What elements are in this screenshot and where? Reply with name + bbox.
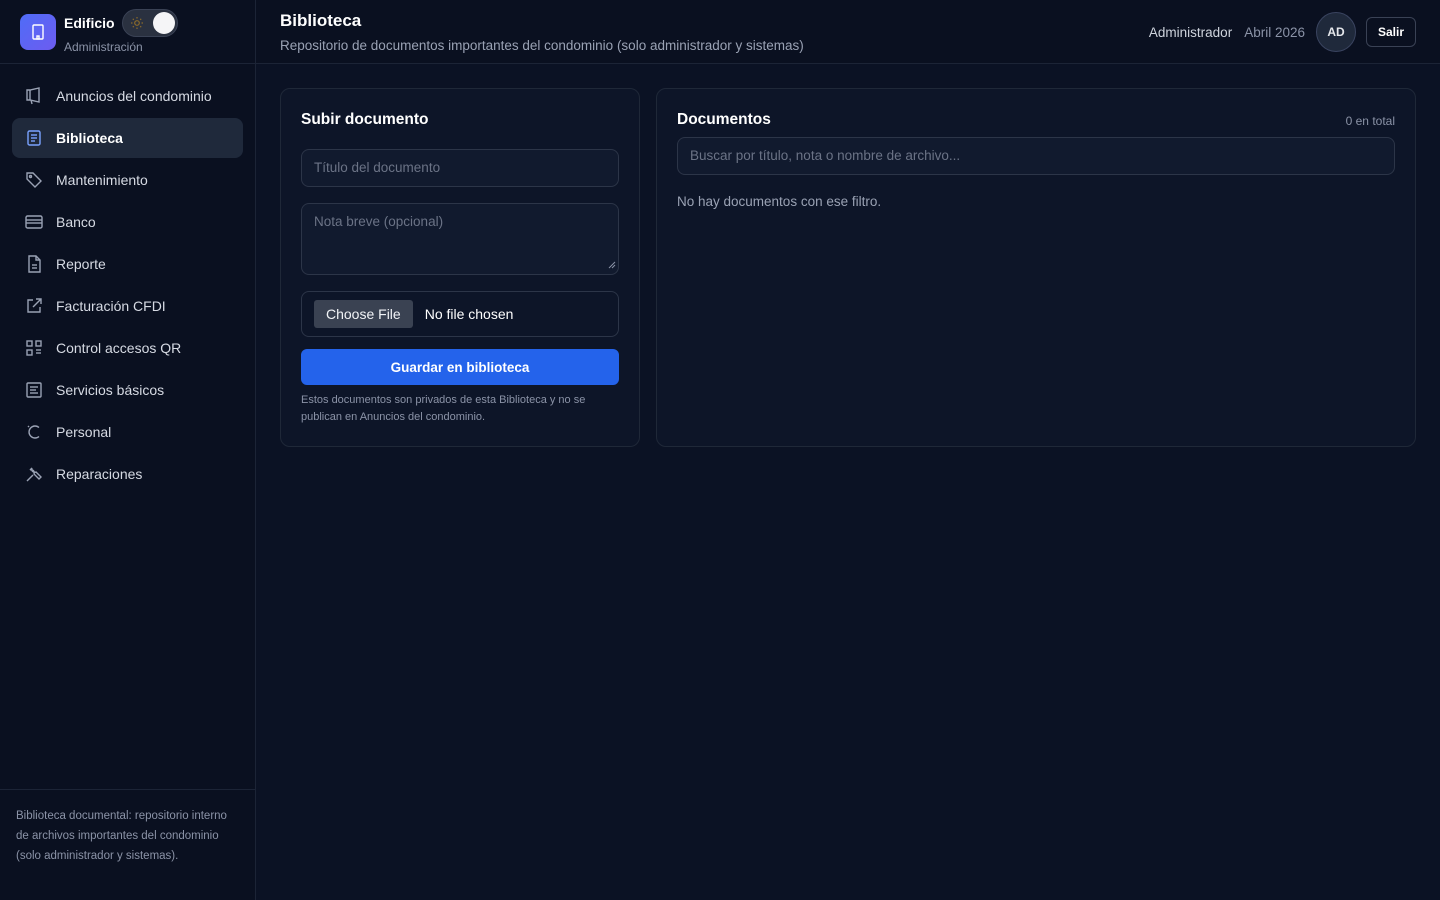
sidebar-footer: Biblioteca documental: repositorio inter… [0,789,255,900]
document-icon [24,254,44,274]
brand-name: Edificio [64,15,115,31]
theme-toggle[interactable] [121,9,178,37]
header-user-area: Administrador Abril 2026 AD Salir [1149,12,1416,52]
upload-title: Subir documento [301,111,429,128]
documents-card: Documentos 0 en total Buscar por título,… [656,88,1416,447]
sidebar-item-label: Banco [56,214,96,230]
sidebar-item-label: Personal [56,424,112,440]
toggle-knob [152,12,175,34]
resize-grip-icon[interactable] [608,257,616,272]
logout-button[interactable]: Salir [1365,17,1416,47]
sidebar-item-control-accesos[interactable]: Control accesos QR [12,328,243,368]
sidebar-item-reparaciones[interactable]: Reparaciones [12,454,243,494]
document-title-input[interactable]: Título del documento [301,149,619,187]
sidebar-item-reporte[interactable]: Reporte [12,244,243,284]
brand: Edificio Administración [0,0,255,64]
document-title-placeholder: Título del documento [314,160,441,175]
credit-card-icon [24,212,44,232]
empty-state-message: No hay documentos con ese filtro. [677,194,882,209]
brand-subtitle: Administración [64,40,143,54]
sidebar-item-label: Anuncios del condominio [56,88,212,104]
documents-count: 0 en total [1345,114,1395,128]
building-icon [20,13,56,50]
tag-icon [24,170,44,190]
sidebar: Edificio Administración Anuncios del con… [0,0,256,900]
sidebar-item-label: Servicios básicos [56,382,165,398]
sidebar-item-label: Facturación CFDI [56,298,166,314]
page-header: Biblioteca Repositorio de documentos imp… [256,0,1440,64]
user-role: Administrador [1148,24,1233,40]
upload-help-text: Estos documentos son privados de esta Bi… [301,394,586,423]
save-button[interactable]: Guardar en biblioteca [301,349,619,385]
qr-grid-icon [24,338,44,358]
file-status: No file chosen [424,306,514,322]
avatar[interactable]: AD [1315,12,1356,52]
documents-title: Documentos [677,111,771,128]
page-subtitle: Repositorio de documentos importantes de… [280,38,804,53]
page-title: Biblioteca [280,11,362,30]
sidebar-item-label: Control accesos QR [56,340,182,356]
upload-card: Subir documento Título del documento Not… [280,88,640,447]
book-icon [24,128,44,148]
document-note-placeholder: Nota breve (opcional) [314,214,444,229]
loader-icon [24,422,44,442]
list-box-icon [24,380,44,400]
document-note-textarea[interactable]: Nota breve (opcional) [301,203,619,275]
documents-search-input[interactable]: Buscar por título, nota o nombre de arch… [677,137,1395,175]
sidebar-item-label: Biblioteca [56,130,123,146]
sidebar-item-label: Reporte [56,256,106,272]
sidebar-item-label: Mantenimiento [56,172,148,188]
period-label: Abril 2026 [1244,24,1305,40]
sidebar-item-mantenimiento[interactable]: Mantenimiento [12,160,243,200]
sidebar-item-banco[interactable]: Banco [12,202,243,242]
sidebar-item-facturacion[interactable]: Facturación CFDI [12,286,243,326]
external-edit-icon [24,296,44,316]
sidebar-nav: Anuncios del condominio Biblioteca Mante… [0,64,255,494]
choose-file-button[interactable]: Choose File [314,300,413,328]
sidebar-item-personal[interactable]: Personal [12,412,243,452]
sidebar-item-label: Reparaciones [56,466,143,482]
sidebar-item-servicios[interactable]: Servicios básicos [12,370,243,410]
file-input[interactable]: Choose File No file chosen [301,291,619,337]
sidebar-item-anuncios[interactable]: Anuncios del condominio [12,76,243,116]
sun-icon [130,16,144,35]
documents-search-placeholder: Buscar por título, nota o nombre de arch… [690,148,961,163]
megaphone-icon [24,86,44,106]
tools-icon [24,464,44,484]
sidebar-item-biblioteca[interactable]: Biblioteca [12,118,243,158]
